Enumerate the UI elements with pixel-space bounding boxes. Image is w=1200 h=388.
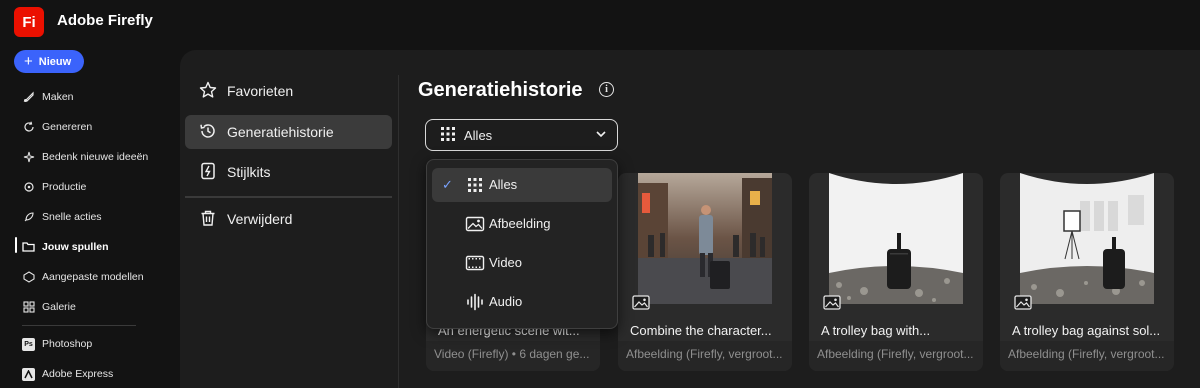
refresh-icon <box>22 121 35 134</box>
rail-item-ideeen[interactable]: Bedenk nieuwe ideeën <box>22 147 148 167</box>
panel-divider <box>398 75 399 388</box>
page-title: Generatiehistorie <box>418 79 583 101</box>
grid-icon <box>440 126 456 145</box>
gallery-icon <box>22 301 35 314</box>
card-meta: Afbeelding (Firefly, vergroot... <box>626 347 783 361</box>
nav-item-label: Generatiehistorie <box>227 124 334 140</box>
card-meta: Afbeelding (Firefly, vergroot... <box>1008 347 1165 361</box>
image-icon <box>632 295 650 315</box>
app-title[interactable]: Adobe Firefly <box>57 12 153 29</box>
new-button[interactable]: + Nieuw <box>14 50 84 73</box>
nav-item-verwijderd[interactable]: Verwijderd <box>185 202 392 236</box>
rail-item-snelle-acties[interactable]: Snelle acties <box>22 207 102 227</box>
active-indicator <box>15 237 17 253</box>
nav-item-label: Verwijderd <box>227 211 293 227</box>
filter-selected-value: Alles <box>464 127 493 143</box>
rail-item-label: Productie <box>42 181 87 193</box>
card-meta: Afbeelding (Firefly, vergroot... <box>817 347 974 361</box>
rail-item-aangepaste-modellen[interactable]: Aangepaste modellen <box>22 267 144 287</box>
card-thumbnail[interactable] <box>1020 173 1154 304</box>
rail-divider <box>22 325 136 326</box>
rail-item-label: Maken <box>42 91 74 103</box>
trash-icon <box>199 209 217 230</box>
rocket-icon <box>22 211 35 224</box>
image-icon <box>1014 295 1032 315</box>
folder-icon <box>22 241 35 254</box>
sparkle-icon <box>22 151 35 164</box>
rail-item-label: Genereren <box>42 121 93 133</box>
card-thumbnail[interactable] <box>829 173 963 304</box>
rail-item-maken[interactable]: Maken <box>22 87 74 107</box>
image-icon <box>823 295 841 315</box>
rail-item-label: Aangepaste modellen <box>42 271 144 283</box>
card-thumbnail[interactable] <box>638 173 772 304</box>
express-icon <box>22 367 35 381</box>
rail-item-jouw-spullen[interactable]: Jouw spullen <box>22 237 109 257</box>
rail-item-productie[interactable]: Productie <box>22 177 86 197</box>
info-icon[interactable]: i <box>599 82 614 97</box>
history-card[interactable]: A trolley bag against sol... Afbeelding … <box>1000 173 1174 371</box>
filter-menu: ✓ Alles Afbeelding Video Audio <box>426 159 618 329</box>
nav-item-favorieten[interactable]: Favorieten <box>185 74 392 108</box>
filter-option-audio[interactable]: Audio <box>432 285 612 319</box>
models-icon <box>22 271 35 284</box>
plus-icon: + <box>24 53 33 70</box>
rail-item-adobe-express[interactable]: Adobe Express <box>22 364 113 384</box>
option-label: Afbeelding <box>489 216 551 231</box>
rail-item-galerie[interactable]: Galerie <box>22 297 76 317</box>
checkmark-icon: ✓ <box>442 177 453 192</box>
nav-item-stijlkits[interactable]: Stijlkits <box>185 155 392 189</box>
rail-item-photoshop[interactable]: Ps Photoshop <box>22 334 92 354</box>
rail-item-label: Adobe Express <box>42 368 114 380</box>
rail-item-label: Bedenk nieuwe ideeën <box>42 151 149 163</box>
filter-option-afbeelding[interactable]: Afbeelding <box>432 207 612 241</box>
card-meta: Video (Firefly) • 6 dagen ge... <box>434 347 590 361</box>
photoshop-icon: Ps <box>22 337 35 351</box>
card-title: A trolley bag against sol... <box>1012 323 1161 338</box>
chevron-down-icon <box>595 128 607 143</box>
rail-item-label: Jouw spullen <box>42 241 109 253</box>
rail-item-label: Galerie <box>42 301 76 313</box>
star-icon <box>199 81 217 102</box>
filter-option-video[interactable]: Video <box>432 246 612 280</box>
grid-icon <box>465 176 485 194</box>
option-label: Alles <box>489 177 518 192</box>
image-icon <box>465 215 485 233</box>
nav-divider <box>185 196 392 198</box>
card-title: Combine the character... <box>630 323 772 338</box>
card-title: A trolley bag with... <box>821 323 931 338</box>
production-icon <box>22 181 35 194</box>
rail-item-label: Snelle acties <box>42 211 102 223</box>
paintbrush-icon <box>22 91 35 104</box>
top-bar: Fi Adobe Firefly <box>0 0 1200 44</box>
nav-item-label: Favorieten <box>227 83 294 99</box>
filter-option-alles[interactable]: ✓ Alles <box>432 168 612 202</box>
history-card[interactable]: A trolley bag with... Afbeelding (Firefl… <box>809 173 983 371</box>
nav-item-label: Stijlkits <box>227 164 271 180</box>
new-button-label: Nieuw <box>38 55 72 68</box>
nav-item-generatiehistorie[interactable]: Generatiehistorie <box>185 115 392 149</box>
rail-item-genereren[interactable]: Genereren <box>22 117 92 137</box>
firefly-logo[interactable]: Fi <box>14 7 44 37</box>
audio-icon <box>465 293 485 311</box>
stylekit-icon <box>199 162 217 183</box>
option-label: Video <box>489 255 523 270</box>
history-card[interactable]: Combine the character... Afbeelding (Fir… <box>618 173 792 371</box>
rail-item-label: Photoshop <box>42 338 93 350</box>
filter-dropdown[interactable]: Alles <box>425 119 618 151</box>
history-icon <box>199 122 217 143</box>
video-icon <box>465 254 485 272</box>
option-label: Audio <box>489 294 523 309</box>
